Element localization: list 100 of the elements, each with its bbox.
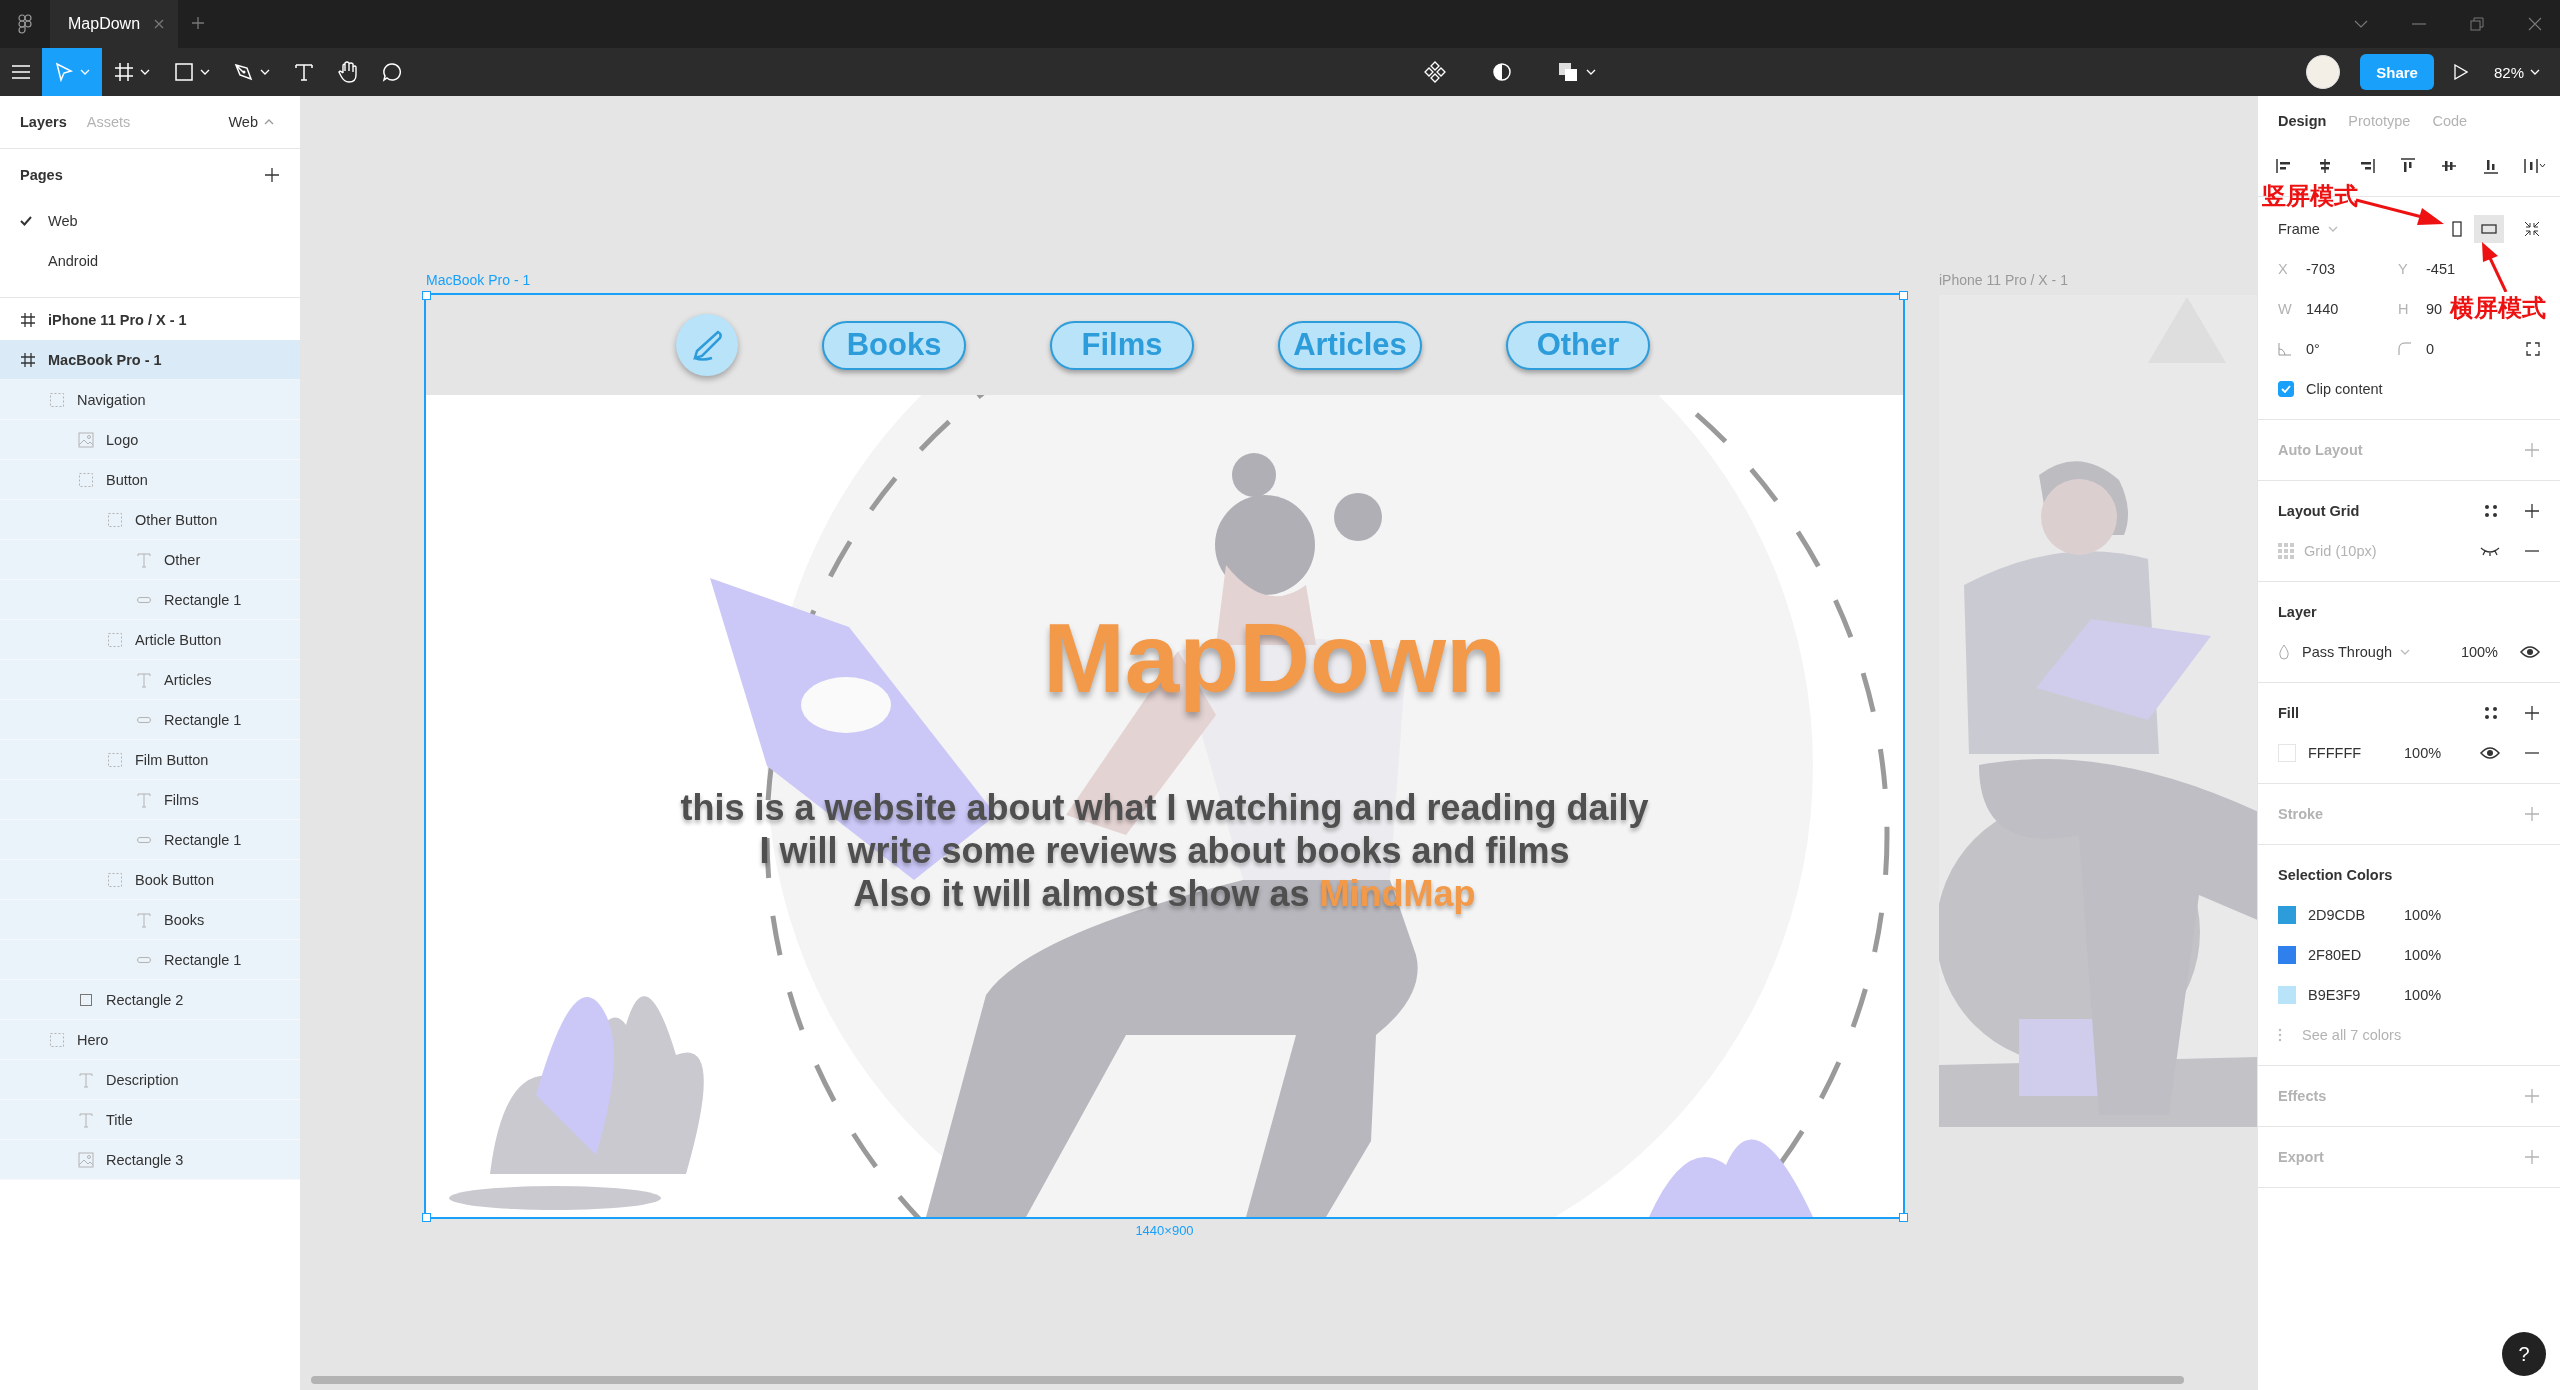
close-icon[interactable]: [154, 19, 165, 29]
section-title: Auto Layout: [2278, 442, 2363, 458]
layer-item[interactable]: Other: [0, 540, 300, 580]
layer-item[interactable]: Other Button: [0, 500, 300, 540]
restore-icon[interactable]: [2470, 17, 2484, 31]
checkbox[interactable]: [2278, 381, 2294, 397]
number-field[interactable]: -703: [2306, 261, 2336, 277]
resize-handle[interactable]: [422, 1213, 431, 1222]
color-swatch[interactable]: [2278, 744, 2296, 762]
layer-item[interactable]: Rectangle 1: [0, 580, 300, 620]
eye-closed-icon[interactable]: [2480, 546, 2500, 556]
align-right-icon[interactable]: [2358, 158, 2375, 174]
section-title: Fill: [2278, 705, 2299, 721]
grid-dots-icon[interactable]: [2484, 706, 2498, 720]
grid-dots-icon[interactable]: [2484, 504, 2498, 518]
number-field[interactable]: 0: [2426, 341, 2435, 357]
panel-tab[interactable]: Design: [2278, 113, 2327, 129]
close-icon[interactable]: [2528, 17, 2542, 31]
group-icon: [107, 631, 123, 648]
corner-radius-icon: [2398, 342, 2412, 356]
frame-preset-dropdown[interactable]: Frame: [2278, 221, 2338, 237]
opacity-value[interactable]: 100%: [2460, 644, 2498, 660]
layer-item[interactable]: Rectangle 2: [0, 980, 300, 1020]
component-icon: [1424, 61, 1447, 83]
hex-value[interactable]: 2F80ED: [2308, 947, 2404, 963]
layer-item[interactable]: Film Button: [0, 740, 300, 780]
panel-tab[interactable]: Layers: [20, 114, 67, 130]
layer-item[interactable]: Rectangle 3: [0, 1140, 300, 1180]
section-title: Layout Grid: [2278, 503, 2360, 519]
rectangle-icon: [78, 991, 94, 1008]
zoom-dropdown[interactable]: 82%: [2487, 62, 2546, 82]
independent-corners-icon[interactable]: [2526, 342, 2540, 356]
horizontal-scrollbar[interactable]: [311, 1376, 2184, 1384]
layer-item[interactable]: Logo: [0, 420, 300, 460]
caret-icon: [264, 119, 274, 125]
distribute-icon[interactable]: [2523, 158, 2546, 174]
eye-icon[interactable]: [2520, 645, 2540, 659]
resize-handle[interactable]: [1899, 1213, 1908, 1222]
hex-value[interactable]: B9E3F9: [2308, 987, 2404, 1003]
number-field[interactable]: -451: [2426, 261, 2456, 277]
opacity-value[interactable]: 100%: [2404, 745, 2442, 761]
eye-icon[interactable]: [2480, 746, 2500, 760]
annotation-text: 横屏模式: [2450, 292, 2546, 324]
plus-icon[interactable]: [2524, 705, 2540, 721]
number-field[interactable]: 0°: [2306, 341, 2320, 357]
align-left-icon[interactable]: [2276, 158, 2292, 174]
blend-mode-dropdown[interactable]: Pass Through: [2302, 644, 2410, 660]
page-switcher[interactable]: Web: [222, 113, 280, 131]
page-item[interactable]: Web: [0, 201, 300, 241]
landscape-button[interactable]: [2474, 215, 2504, 243]
align-top-icon[interactable]: [2400, 158, 2416, 174]
number-field[interactable]: 90: [2426, 301, 2443, 317]
layer-item[interactable]: Title: [0, 1100, 300, 1140]
figma-logo-icon: [18, 14, 32, 34]
image-icon: [78, 431, 94, 448]
layer-item[interactable]: Description: [0, 1060, 300, 1100]
opacity-value[interactable]: 100%: [2404, 907, 2442, 923]
help-button[interactable]: ?: [2502, 1332, 2546, 1376]
align-vertical-center-icon[interactable]: [2441, 158, 2458, 174]
play-icon[interactable]: [2453, 64, 2468, 80]
layer-item[interactable]: Films: [0, 780, 300, 820]
layer-item[interactable]: Rectangle 1: [0, 820, 300, 860]
caret-icon: [260, 69, 270, 75]
layer-item[interactable]: Articles: [0, 660, 300, 700]
resize-to-fit-icon[interactable]: [2524, 221, 2540, 237]
document-tab[interactable]: MapDown: [50, 0, 179, 48]
opacity-value[interactable]: 100%: [2404, 947, 2442, 963]
hex-value[interactable]: FFFFFF: [2308, 745, 2404, 761]
layer-item[interactable]: Rectangle 1: [0, 700, 300, 740]
layer-item[interactable]: Rectangle 1: [0, 940, 300, 980]
page-item[interactable]: Android: [0, 241, 300, 281]
user-avatar[interactable]: [2306, 55, 2341, 89]
grid-label: Grid (10px): [2304, 543, 2377, 559]
layer-item[interactable]: Books: [0, 900, 300, 940]
text-icon: [136, 911, 152, 928]
field-label: H: [2398, 301, 2410, 317]
color-swatch[interactable]: [2278, 986, 2296, 1004]
contrast-icon: [1492, 62, 1513, 82]
layer-item[interactable]: Navigation: [0, 380, 300, 420]
layer-item[interactable]: Book Button: [0, 860, 300, 900]
plus-icon[interactable]: [2524, 503, 2540, 519]
layer-item[interactable]: Hero: [0, 1020, 300, 1060]
layer-item[interactable]: MacBook Pro - 1: [0, 340, 300, 380]
color-swatch[interactable]: [2278, 946, 2296, 964]
new-tab-icon[interactable]: [192, 17, 205, 29]
frame-icon: [114, 62, 134, 82]
number-field[interactable]: 1440: [2306, 301, 2339, 317]
color-swatch[interactable]: [2278, 906, 2296, 924]
plus-icon[interactable]: [264, 167, 280, 183]
hex-value[interactable]: 2D9CDB: [2308, 907, 2404, 923]
chevron-down-icon[interactable]: [2354, 20, 2368, 28]
align-bottom-icon[interactable]: [2482, 158, 2499, 174]
group-icon: [49, 1031, 65, 1048]
layer-item[interactable]: Article Button: [0, 620, 300, 660]
opacity-value[interactable]: 100%: [2404, 987, 2442, 1003]
layer-item[interactable]: Button: [0, 460, 300, 500]
resize-handle[interactable]: [1899, 291, 1908, 300]
section-title: Export: [2278, 1149, 2324, 1165]
hero-title: MapDown: [1043, 602, 1506, 715]
resize-handle[interactable]: [422, 291, 431, 300]
